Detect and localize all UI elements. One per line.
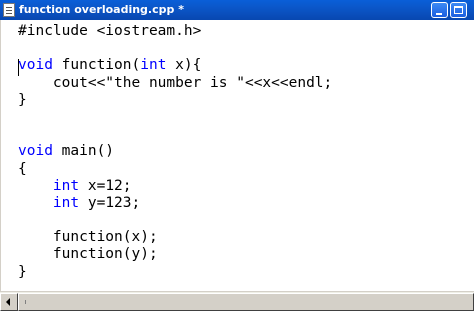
code-line: cout<<"the number is "<<x<<endl; xyxy=(18,75,332,92)
code-line: function(x); xyxy=(18,229,332,246)
code-line: void main() xyxy=(18,143,332,160)
code-line: int x=12; xyxy=(18,178,332,195)
minimize-button[interactable] xyxy=(431,2,448,18)
scroll-left-button[interactable] xyxy=(0,293,18,311)
keyword-token: int xyxy=(52,194,80,211)
document-icon[interactable] xyxy=(3,3,15,17)
text-caret xyxy=(18,59,19,76)
code-line: void function(int x){ xyxy=(18,57,332,74)
code-token: #include <iostream.h> xyxy=(18,23,202,39)
code-line: } xyxy=(18,92,332,109)
maximize-button[interactable] xyxy=(450,2,467,18)
code-token: function(x); xyxy=(18,229,158,246)
keyword-token: void xyxy=(18,143,53,160)
code-token: function(y); xyxy=(18,246,158,263)
horizontal-scrollbar[interactable] xyxy=(0,291,474,311)
code-token: } xyxy=(18,263,27,280)
keyword-token: int xyxy=(52,177,80,194)
code-token: x=12; xyxy=(79,177,132,194)
scroll-thumb[interactable] xyxy=(18,293,474,311)
code-editor[interactable]: #include <iostream.h> void function(int x… xyxy=(0,20,474,291)
code-line: } xyxy=(18,264,332,281)
code-token: x){ xyxy=(166,57,202,74)
code-line: function(y); xyxy=(18,246,332,263)
code-token: main() xyxy=(52,143,115,160)
code-token: function( xyxy=(52,57,141,74)
code-token: { xyxy=(18,160,27,177)
window-title: function overloading.cpp * xyxy=(19,3,184,16)
title-bar[interactable]: function overloading.cpp * xyxy=(0,0,474,20)
keyword-token: void xyxy=(18,57,53,74)
keyword-token: int xyxy=(140,57,167,74)
code-text: #include <iostream.h> void function(int x… xyxy=(18,23,332,281)
code-line: #include <iostream.h> xyxy=(18,23,332,40)
code-line: { xyxy=(18,161,332,178)
code-line: int y=123; xyxy=(18,195,332,212)
code-token: } xyxy=(18,91,27,108)
code-token: y=123; xyxy=(79,194,141,211)
code-token: cout<<"the number is "<<x<<endl; xyxy=(18,74,333,91)
